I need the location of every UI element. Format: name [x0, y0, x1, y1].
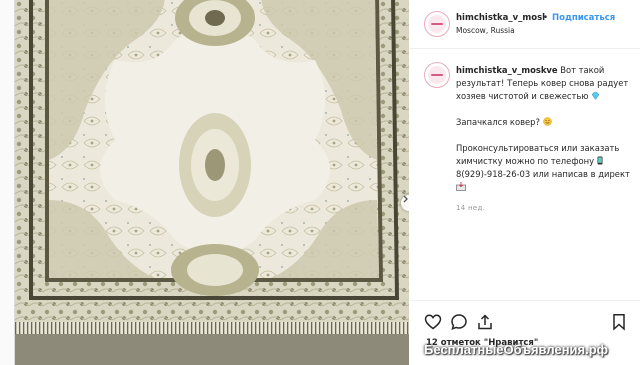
brand-logo-icon	[428, 15, 446, 33]
brand-logo-icon	[428, 66, 446, 84]
comment-icon[interactable]	[450, 313, 468, 331]
post-photo[interactable]	[15, 0, 409, 365]
caption-username[interactable]: himchistka_v_moskve	[456, 65, 558, 75]
phone-number: 8(929)-918-26-03	[456, 169, 531, 179]
watermark: БесплатныеОбъявления.рф	[424, 342, 609, 357]
gem-emoji-icon	[591, 92, 600, 100]
instagram-post: himchistka_v_mosl • Подписаться Moscow, …	[14, 0, 640, 365]
share-icon[interactable]	[476, 313, 494, 331]
caption-avatar[interactable]	[424, 62, 450, 88]
chevron-right-icon	[403, 195, 408, 203]
avatar[interactable]	[424, 11, 450, 37]
follow-button[interactable]: Подписаться	[552, 13, 615, 23]
caption-line-2: Запачкался ковер?	[456, 117, 540, 127]
post-sidebar: himchistka_v_mosl • Подписаться Moscow, …	[410, 0, 640, 365]
inbox-emoji-icon	[456, 182, 466, 191]
caption-text: himchistka_v_moskve Вот такой результат!…	[456, 64, 636, 207]
smile-emoji-icon	[542, 117, 552, 126]
post-header: himchistka_v_mosl • Подписаться Moscow, …	[410, 0, 640, 49]
carpet-image	[15, 0, 409, 365]
separator-dot: •	[543, 13, 549, 23]
location-link[interactable]: Moscow, Russia	[456, 26, 515, 35]
post-timestamp[interactable]: 14 нед.	[456, 204, 485, 212]
bookmark-icon[interactable]	[610, 313, 628, 331]
heart-icon[interactable]	[424, 313, 442, 331]
header-username[interactable]: himchistka_v_mosl	[456, 13, 545, 23]
phone-emoji-icon	[597, 156, 603, 165]
caption-line-3-end: или написав в директ	[532, 169, 630, 179]
caption-line-3: Проконсультироваться или заказать химчис…	[456, 143, 620, 166]
